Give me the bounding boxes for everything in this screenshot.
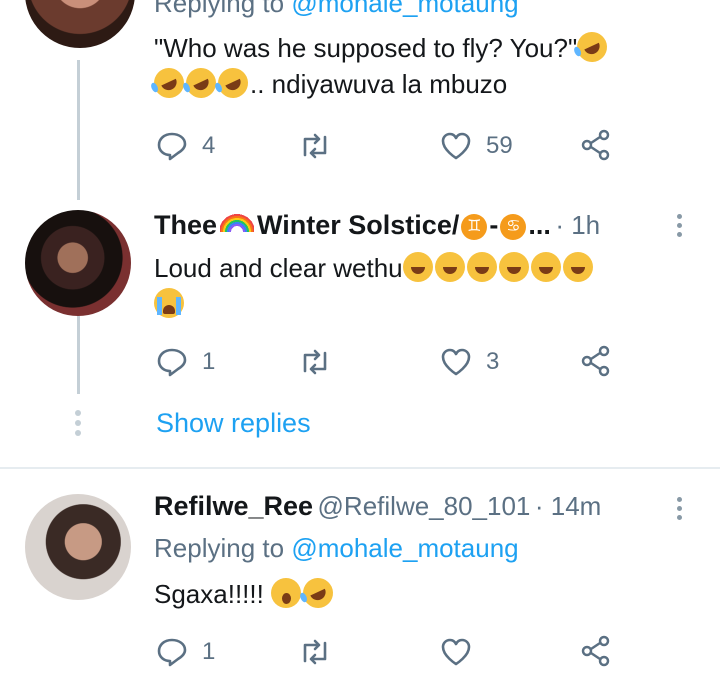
- rofl-emoji-icon: [298, 573, 339, 613]
- reply-button[interactable]: 1: [156, 347, 215, 377]
- heart-icon: [441, 348, 471, 376]
- retweet-button[interactable]: [297, 637, 333, 667]
- retweet-icon: [303, 349, 327, 375]
- divider: [0, 467, 720, 469]
- cancer-emoji-icon: ♋: [500, 214, 527, 240]
- joy-emoji-icon: [562, 252, 593, 282]
- heart-icon: [441, 638, 471, 666]
- mention-link[interactable]: @mohale_motaung: [291, 0, 518, 18]
- reply-count: 1: [202, 638, 216, 665]
- thread-gap-dots: [75, 410, 81, 436]
- tweet-text: "Who was he supposed to fly? You?" .. nd…: [149, 27, 694, 103]
- heart-icon: [441, 132, 471, 160]
- tweet-header: Refilwe_Ree @Refilwe_80_101 · 14m: [154, 491, 601, 522]
- retweet-icon: [303, 133, 327, 159]
- display-name[interactable]: Refilwe_Ree: [154, 491, 313, 521]
- rainbow-emoji-icon: [220, 214, 255, 232]
- joy-emoji-icon: [466, 252, 497, 282]
- joy-emoji-icon: [530, 252, 561, 282]
- rofl-emoji-icon: [572, 27, 613, 67]
- reply-button[interactable]: 1: [156, 637, 215, 667]
- reply-icon: [157, 348, 187, 377]
- reply-icon: [157, 132, 187, 161]
- timestamp[interactable]: · 14m: [535, 491, 601, 521]
- share-button[interactable]: [580, 635, 612, 667]
- reply-count: 4: [202, 132, 216, 159]
- share-icon: [581, 635, 610, 667]
- handle[interactable]: @Refilwe_80_101: [318, 491, 531, 521]
- tweet-text: Loud and clear wethu: [154, 250, 694, 322]
- tweet-text: Sgaxa!!!!!: [154, 573, 339, 613]
- like-button[interactable]: 59: [440, 131, 513, 161]
- avatar[interactable]: [25, 0, 135, 48]
- share-icon: [581, 129, 610, 161]
- like-count: 3: [486, 348, 500, 375]
- retweet-icon: [303, 639, 327, 665]
- avatar[interactable]: [25, 210, 131, 316]
- mention-link[interactable]: @mohale_motaung: [291, 533, 518, 563]
- like-count: 59: [486, 132, 513, 159]
- more-icon[interactable]: [677, 497, 683, 524]
- like-button[interactable]: [440, 637, 486, 667]
- thread-line: [77, 60, 80, 200]
- share-icon: [581, 345, 610, 377]
- sweat-smile-emoji-icon: [402, 252, 433, 282]
- reply-count: 1: [202, 348, 216, 375]
- like-button[interactable]: 3: [440, 347, 499, 377]
- gemini-emoji-icon: ♊: [461, 214, 488, 240]
- joy-emoji-icon: [498, 252, 529, 282]
- reply-button[interactable]: 4: [156, 131, 215, 161]
- joy-emoji-icon: [434, 252, 465, 282]
- thread-line: [77, 316, 80, 394]
- replying-to: Replying to @mohale_motaung: [154, 533, 519, 563]
- timestamp[interactable]: · 1h: [555, 210, 600, 240]
- replying-to: Replying to @mohale_motaung: [154, 0, 519, 19]
- loudly-crying-emoji-icon: [154, 288, 184, 318]
- show-replies-link[interactable]: Show replies: [156, 408, 311, 439]
- rofl-emoji-icon: [213, 63, 253, 103]
- retweet-button[interactable]: [297, 131, 333, 161]
- share-button[interactable]: [580, 345, 612, 377]
- more-icon[interactable]: [677, 214, 683, 241]
- display-name[interactable]: Thee Winter Solstice/♊ - ♋...: [154, 210, 551, 240]
- share-button[interactable]: [580, 129, 612, 161]
- hushed-face-emoji-icon: [271, 578, 302, 608]
- reply-icon: [157, 638, 187, 667]
- tweet-header: Thee Winter Solstice/♊ - ♋... · 1h: [154, 210, 600, 241]
- avatar[interactable]: [25, 494, 131, 600]
- retweet-button[interactable]: [297, 347, 333, 377]
